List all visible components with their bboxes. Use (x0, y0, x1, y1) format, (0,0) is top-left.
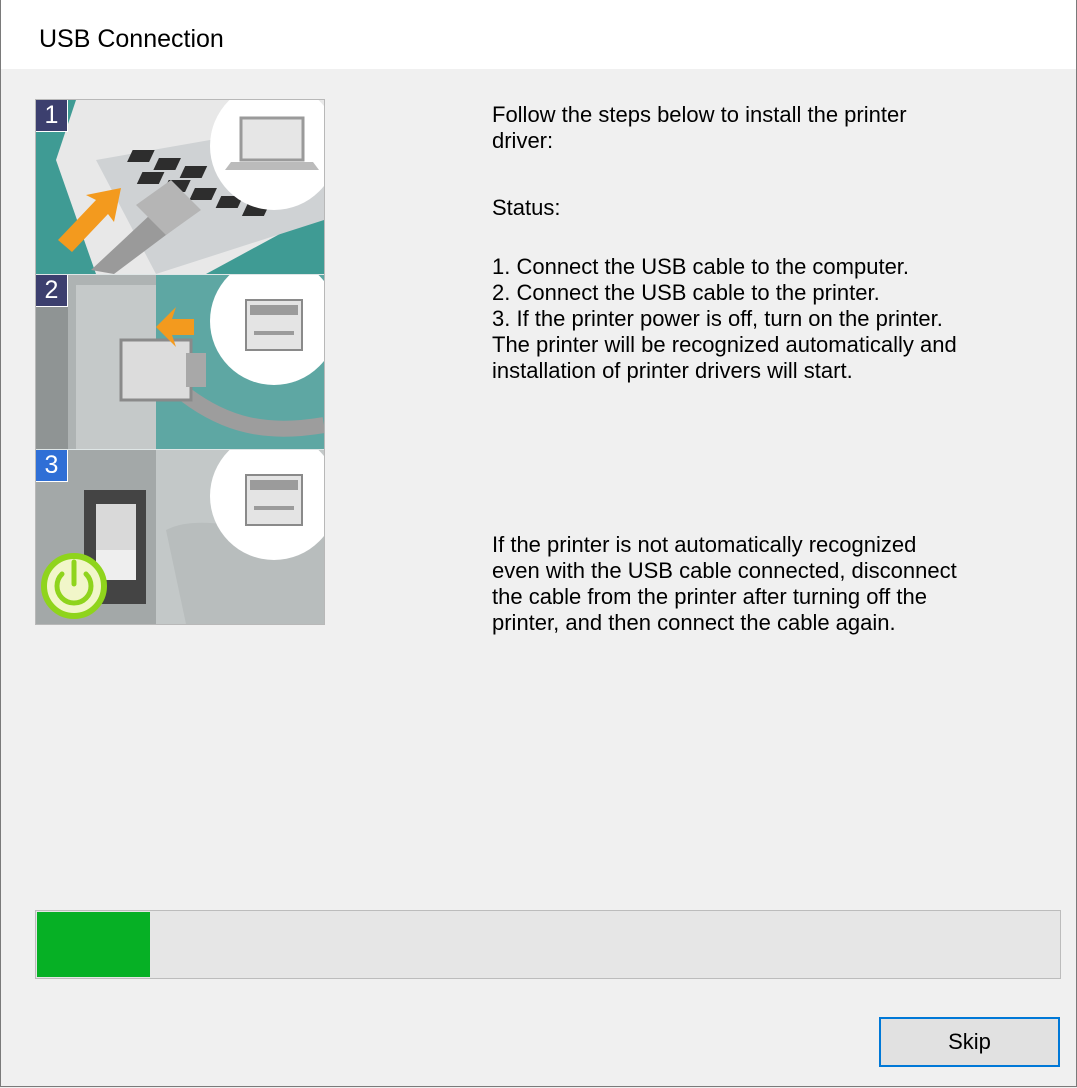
status-label: Status: (492, 195, 561, 220)
window-title: USB Connection (39, 25, 224, 53)
step-1-badge: 1 (36, 100, 68, 132)
connection-illustration: 1 2 3 (35, 99, 325, 625)
progress-bar (35, 910, 1061, 979)
steps-text: 1. Connect the USB cable to the computer… (492, 254, 957, 383)
skip-button[interactable]: Skip (879, 1017, 1060, 1067)
step-2-panel: 2 (36, 275, 324, 449)
usb-connection-dialog: USB Connection 1 2 3 Follow the steps be… (0, 0, 1077, 1087)
title-bar: USB Connection (1, 0, 1076, 69)
step-1-panel: 1 (36, 100, 324, 274)
skip-button-label: Skip (948, 1029, 991, 1054)
intro-text: Follow the steps below to install the pr… (492, 102, 907, 153)
step-3-badge: 3 (36, 450, 68, 482)
progress-fill (37, 912, 150, 977)
troubleshoot-text: If the printer is not automatically reco… (492, 532, 957, 635)
step-3-panel: 3 (36, 450, 324, 624)
step-2-badge: 2 (36, 275, 68, 307)
